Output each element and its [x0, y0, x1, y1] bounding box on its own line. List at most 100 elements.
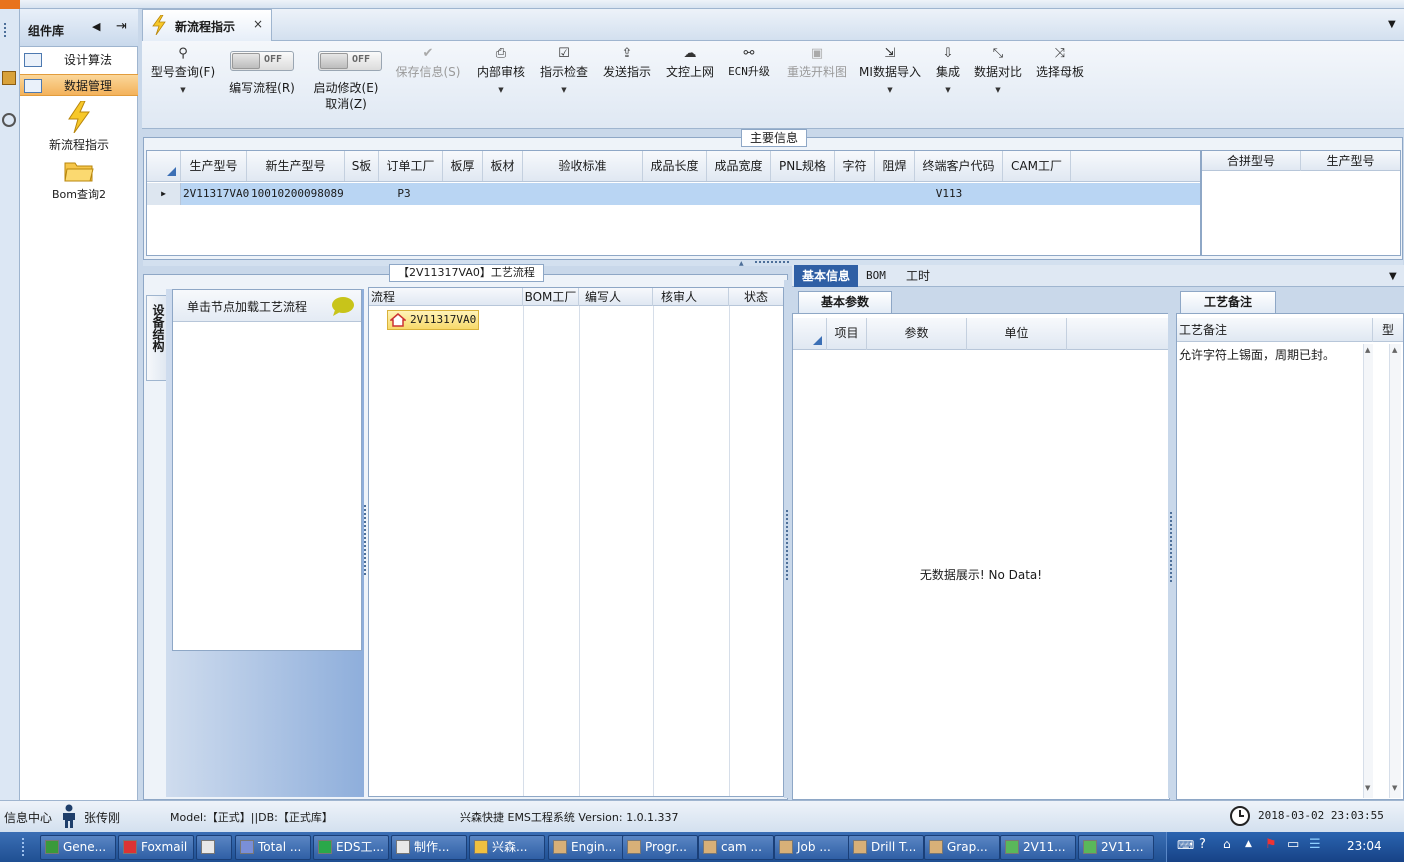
cell-order-factory[interactable]: P3 [379, 183, 443, 205]
vertical-splitter[interactable] [784, 280, 792, 798]
column-header[interactable]: 参数 [867, 318, 967, 350]
collapse-left-icon[interactable]: ◀ [92, 20, 100, 33]
column-header[interactable]: 字符 [835, 151, 875, 181]
model-query-button[interactable]: ⚲ 型号查询(F) ▼ [148, 45, 218, 94]
ecn-upgrade-button[interactable]: ⚯ ECN升级 [724, 45, 774, 79]
save-info-button[interactable]: ✔ 保存信息(S) [392, 45, 464, 80]
nav-item-design-algorithm[interactable]: 设计算法 [20, 49, 138, 71]
info-center-link[interactable]: 信息中心 [4, 809, 52, 826]
scroll-up-icon[interactable]: ▲ [1365, 346, 1370, 354]
enable-modify-toggle[interactable]: OFF [318, 51, 382, 71]
vertical-splitter[interactable] [1168, 290, 1176, 798]
cell-customer-code[interactable]: V113 [915, 183, 1003, 205]
enable-modify-button[interactable]: 启动修改(E) [308, 79, 384, 96]
column-header[interactable]: 板厚 [443, 151, 483, 181]
tab-basic-info[interactable]: 基本信息 [794, 265, 859, 287]
taskbar-item[interactable]: 制作... [391, 835, 467, 860]
tool-new-flow-instruction[interactable]: 新流程指示 [20, 100, 138, 153]
cancel-button[interactable]: 取消(Z) [308, 95, 384, 112]
taskbar-clock[interactable]: 23:04 [1347, 839, 1382, 853]
app-menu-orb[interactable] [0, 0, 20, 9]
wifi-icon[interactable]: ☰ [1309, 837, 1321, 852]
column-header[interactable]: BOM工厂 [523, 288, 579, 306]
tree-hint-bar[interactable]: 单击节点加载工艺流程 [173, 290, 361, 322]
taskbar-item[interactable]: 兴森... [469, 835, 545, 860]
taskbar-item[interactable]: 2V11... [1000, 835, 1076, 860]
cell-s-board[interactable] [345, 183, 379, 205]
tab-process-remarks[interactable]: 工艺备注 [1180, 291, 1276, 313]
column-header[interactable]: 生产型号 [1301, 151, 1400, 171]
column-header[interactable]: 合拼型号 [1202, 151, 1301, 171]
write-flow-button[interactable]: 编写流程(R) [224, 79, 300, 96]
column-header[interactable]: 核审人 [653, 288, 729, 306]
column-header[interactable]: 订单工厂 [379, 151, 443, 181]
input-method-icon[interactable]: ⌂ [1223, 837, 1231, 851]
network-icon[interactable]: ⚑ [1265, 837, 1277, 852]
column-header[interactable]: 单位 [967, 318, 1067, 350]
lock-icon[interactable] [2, 71, 16, 85]
column-header[interactable]: CAM工厂 [1003, 151, 1071, 181]
nav-item-data-management[interactable]: 数据管理 [20, 74, 138, 96]
column-header[interactable]: 工艺备注 [1177, 318, 1373, 342]
integrate-button[interactable]: ⇩ 集成 ▼ [928, 45, 968, 94]
column-header[interactable]: 型 [1373, 318, 1403, 342]
tab-list-dropdown-icon[interactable]: ▼ [1389, 271, 1397, 282]
keyboard-icon[interactable]: ⌨ [1177, 838, 1194, 852]
scroll-down-icon[interactable]: ▼ [1365, 784, 1370, 792]
mi-data-import-button[interactable]: ⇲ MI数据导入 ▼ [856, 45, 924, 94]
tab-basic-params[interactable]: 基本参数 [798, 291, 892, 313]
taskbar-item[interactable] [196, 835, 232, 860]
pin-icon[interactable]: ⇥ [116, 19, 127, 34]
column-header[interactable]: S板 [345, 151, 379, 181]
column-header[interactable]: 生产型号 [181, 151, 247, 181]
cell-model[interactable]: 2V11317VA0 [181, 183, 249, 205]
internal-review-button[interactable]: ⎙ 内部审核 ▼ [472, 45, 530, 94]
write-flow-toggle[interactable]: OFF [230, 51, 294, 71]
table-row[interactable]: ▶ 2V11317VA0 10010200098089 P3 V113 [147, 183, 1200, 205]
tab-bom[interactable]: BOM [858, 265, 894, 287]
column-header[interactable]: 验收标准 [523, 151, 643, 181]
taskbar-item[interactable]: Foxmail [118, 835, 194, 860]
column-header[interactable]: 板材 [483, 151, 523, 181]
scrollbar[interactable]: ▲ ▼ [1389, 344, 1401, 798]
help-icon[interactable]: ? [1199, 837, 1206, 852]
taskbar-item[interactable]: EDS工... [313, 835, 389, 860]
column-header[interactable]: 状态 [729, 288, 783, 306]
settings-icon[interactable] [2, 113, 16, 127]
column-header[interactable]: 成品长度 [643, 151, 707, 181]
taskbar-item[interactable]: Gene... [40, 835, 116, 860]
doc-upload-button[interactable]: ☁ 文控上网 [662, 45, 718, 80]
taskbar-item[interactable]: cam ... [698, 835, 774, 860]
data-compare-button[interactable]: ⤡ 数据对比 ▼ [972, 45, 1024, 94]
column-header[interactable]: 成品宽度 [707, 151, 771, 181]
close-icon[interactable]: × [253, 17, 263, 31]
column-header[interactable]: PNL规格 [771, 151, 835, 181]
tab-equipment-structure[interactable]: 设备结构 [146, 295, 168, 381]
taskbar-item[interactable]: Progr... [622, 835, 698, 860]
tab-new-flow-instruction[interactable]: 新流程指示 × [142, 9, 272, 41]
column-header[interactable]: 编写人 [579, 288, 653, 306]
cell-new-model[interactable]: 10010200098089 [249, 183, 347, 205]
taskbar-item[interactable]: Engin... [548, 835, 624, 860]
instruction-check-button[interactable]: ☑ 指示检查 ▼ [536, 45, 592, 94]
column-header[interactable]: 终端客户代码 [915, 151, 1003, 181]
column-header[interactable]: 新生产型号 [247, 151, 345, 181]
show-hidden-icons[interactable]: ▲ [1245, 839, 1252, 849]
taskbar-item[interactable]: 2V11... [1078, 835, 1154, 860]
monitor-icon[interactable]: ▭ [1287, 837, 1299, 852]
tool-bom-query[interactable]: Bom查询2 [20, 159, 138, 202]
send-instruction-button[interactable]: ⇪ 发送指示 [598, 45, 656, 80]
column-header[interactable]: 流程 [369, 288, 523, 306]
column-header[interactable]: 阻焊 [875, 151, 915, 181]
select-mother-board-button[interactable]: ⤨ 选择母板 [1032, 45, 1088, 80]
taskbar-item[interactable]: Drill T... [848, 835, 924, 860]
scroll-down-icon[interactable]: ▼ [1392, 784, 1397, 792]
tab-work-hours[interactable]: 工时 [898, 265, 938, 287]
vertical-splitter[interactable] [364, 505, 368, 575]
taskbar-item[interactable]: Job ... [774, 835, 850, 860]
tree-node-root[interactable]: 2V11317VA0 [387, 310, 479, 330]
remarks-text-area[interactable]: 允许字符上锡面，周期已封。 [1177, 344, 1363, 798]
taskbar-item[interactable]: Grap... [924, 835, 1000, 860]
taskbar-item[interactable]: Total ... [235, 835, 311, 860]
reselect-material-drawing-button[interactable]: ▣ 重选开料图 [782, 45, 852, 80]
